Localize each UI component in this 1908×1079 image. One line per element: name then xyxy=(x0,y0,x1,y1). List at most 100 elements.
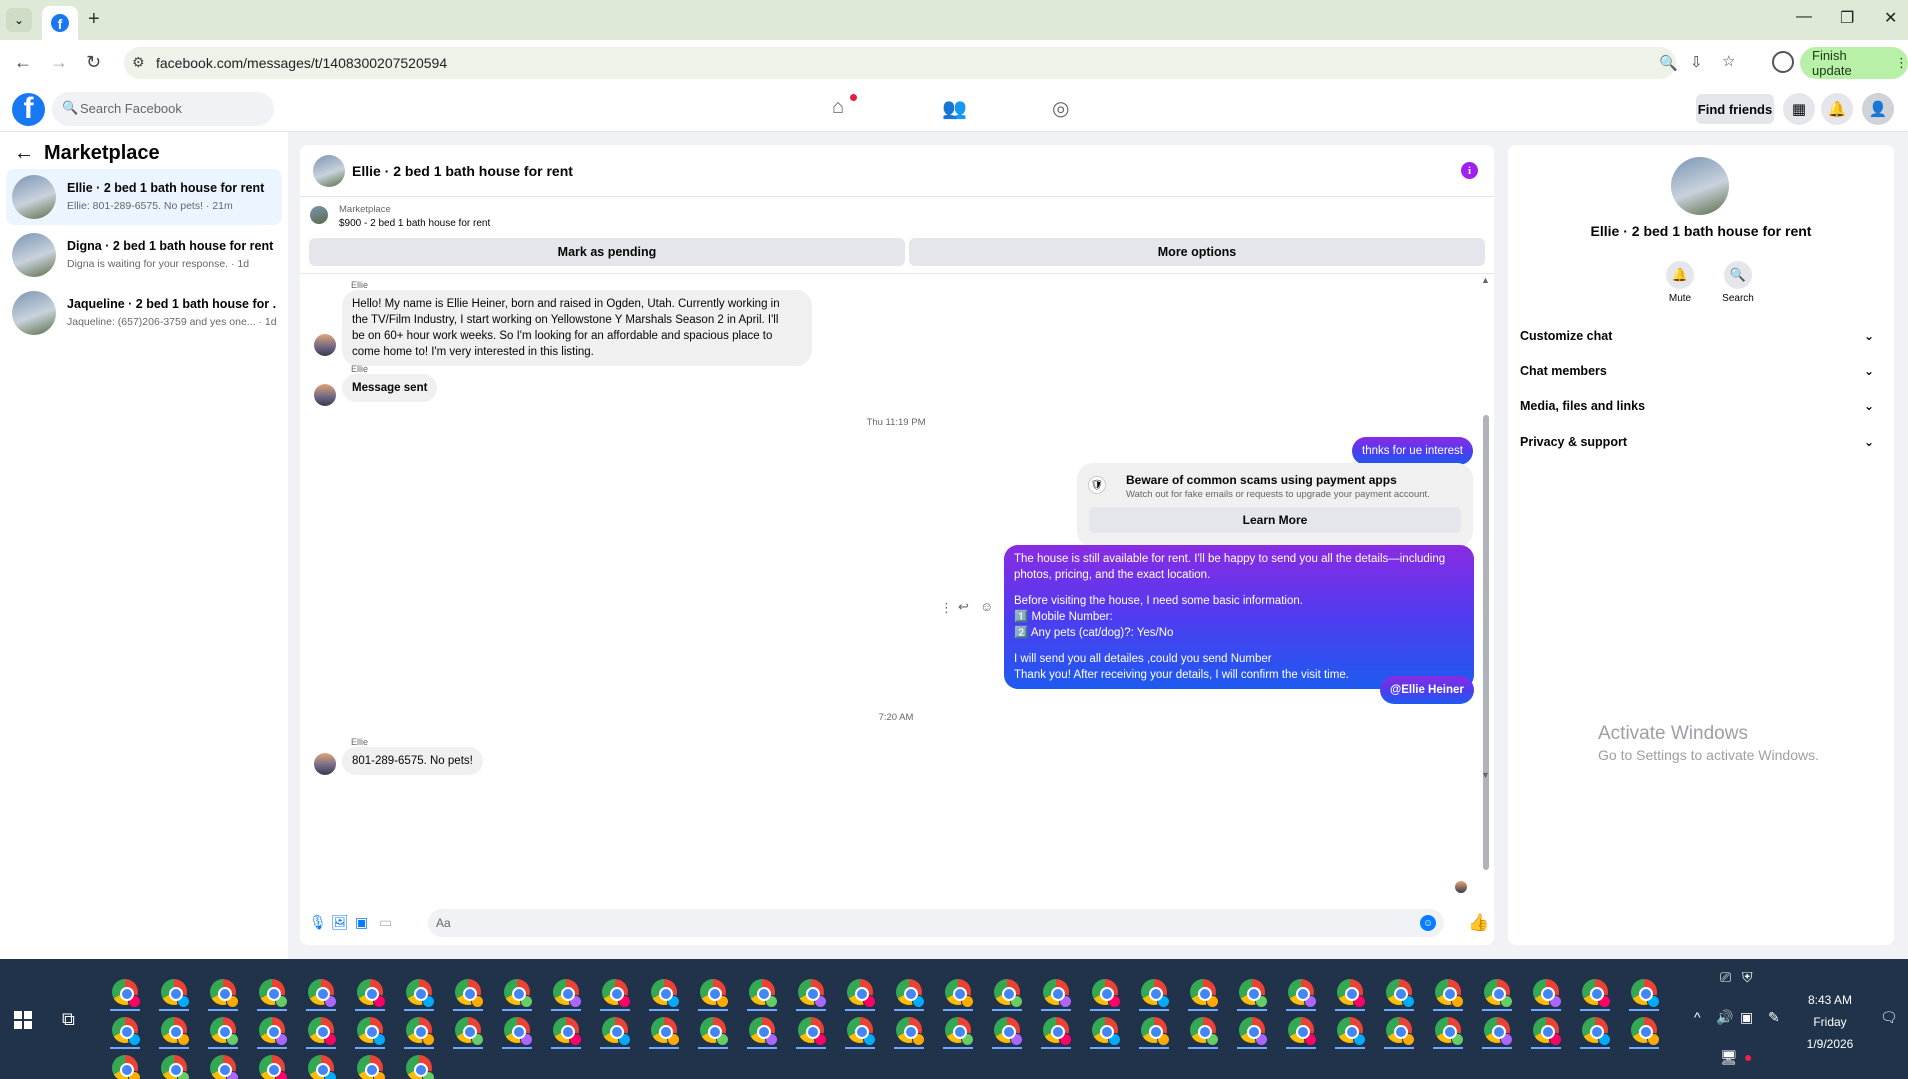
chrome-window-icon[interactable] xyxy=(1582,979,1611,1008)
sender-avatar[interactable] xyxy=(314,384,336,406)
chrome-window-icon[interactable] xyxy=(1190,1017,1219,1046)
thumbs-up-icon[interactable]: 👍 xyxy=(1468,913,1489,933)
chrome-window-icon[interactable] xyxy=(700,979,729,1008)
chrome-window-icon[interactable] xyxy=(1386,1017,1415,1046)
chrome-window-icon[interactable] xyxy=(357,1055,386,1079)
chrome-window-icon[interactable] xyxy=(651,979,680,1008)
microphone-icon[interactable]: 🎙 xyxy=(309,914,327,931)
outgoing-mention-message[interactable]: @Ellie Heiner xyxy=(1380,676,1474,704)
chrome-window-icon[interactable] xyxy=(602,1017,631,1046)
scrollbar-thumb[interactable] xyxy=(1483,415,1489,870)
browser-tab-facebook[interactable]: f xyxy=(42,6,78,40)
chrome-window-icon[interactable] xyxy=(1582,1017,1611,1046)
chrome-window-icon[interactable] xyxy=(161,979,190,1008)
chrome-window-icon[interactable] xyxy=(945,1017,974,1046)
section-chat-members[interactable]: Chat members ⌄ xyxy=(1520,364,1882,388)
address-bar[interactable]: ⚙ facebook.com/messages/t/14083002075205… xyxy=(124,47,1678,79)
install-app-icon[interactable]: ⇩ xyxy=(1690,53,1703,71)
chrome-window-icon[interactable] xyxy=(357,979,386,1008)
scroll-up-icon[interactable]: ▲ xyxy=(1481,275,1490,285)
chrome-window-icon[interactable] xyxy=(896,979,925,1008)
find-friends-button[interactable]: Find friends xyxy=(1696,94,1774,124)
conversation-item[interactable]: Jaqueline · 2 bed 1 bath house for ... J… xyxy=(6,285,282,341)
chrome-window-icon[interactable] xyxy=(259,1055,288,1079)
search-conversation-button[interactable]: 🔍 Search xyxy=(1718,261,1758,304)
chrome-window-icon[interactable] xyxy=(1141,979,1170,1008)
incoming-message[interactable]: 801-289-6575. No pets! xyxy=(342,747,483,775)
bookmark-star-icon[interactable]: ☆ xyxy=(1722,52,1735,70)
chrome-window-icon[interactable] xyxy=(308,1055,337,1079)
reply-icon[interactable]: ↩ xyxy=(958,599,969,615)
record-icon[interactable]: ● xyxy=(1744,1049,1752,1065)
chrome-window-icon[interactable] xyxy=(651,1017,680,1046)
forward-icon[interactable]: → xyxy=(50,52,68,73)
tab-search-menu-button[interactable]: ⌄ xyxy=(6,8,32,32)
chrome-window-icon[interactable] xyxy=(700,1017,729,1046)
browser-profile-icon[interactable] xyxy=(1772,51,1794,73)
chrome-window-icon[interactable] xyxy=(994,979,1023,1008)
chrome-window-icon[interactable] xyxy=(1043,979,1072,1008)
chrome-window-icon[interactable] xyxy=(1435,979,1464,1008)
chrome-window-icon[interactable] xyxy=(749,1017,778,1046)
chrome-window-icon[interactable] xyxy=(1484,979,1513,1008)
chrome-window-icon[interactable] xyxy=(1190,979,1219,1008)
account-avatar-icon[interactable]: 👤 xyxy=(1862,93,1894,125)
chrome-window-icon[interactable] xyxy=(1239,979,1268,1008)
chrome-window-icon[interactable] xyxy=(553,979,582,1008)
mute-button[interactable]: 🔔 Mute xyxy=(1660,261,1700,304)
chat-title[interactable]: Ellie · 2 bed 1 bath house for rent xyxy=(352,163,573,179)
chrome-window-icon[interactable] xyxy=(210,979,239,1008)
facebook-logo-icon[interactable]: f xyxy=(12,93,45,126)
more-options-button[interactable]: More options xyxy=(909,238,1485,266)
chrome-window-icon[interactable] xyxy=(406,979,435,1008)
chrome-window-icon[interactable] xyxy=(553,1017,582,1046)
incoming-message[interactable]: Hello! My name is Ellie Heiner, born and… xyxy=(342,290,812,366)
chrome-window-icon[interactable] xyxy=(1484,1017,1513,1046)
chrome-window-icon[interactable] xyxy=(749,979,778,1008)
chrome-window-icon[interactable] xyxy=(504,1017,533,1046)
chrome-window-icon[interactable] xyxy=(406,1055,435,1079)
minimize-button[interactable]: — xyxy=(1796,8,1812,26)
network-icon[interactable]: ▣ xyxy=(1740,1009,1753,1026)
close-window-button[interactable]: ✕ xyxy=(1884,8,1897,28)
chrome-window-icon[interactable] xyxy=(455,979,484,1008)
chrome-window-icon[interactable] xyxy=(112,979,141,1008)
chrome-window-icon[interactable] xyxy=(259,1017,288,1046)
sender-avatar[interactable] xyxy=(314,334,336,356)
chrome-window-icon[interactable] xyxy=(1386,979,1415,1008)
section-privacy-support[interactable]: Privacy & support ⌄ xyxy=(1520,435,1882,459)
chrome-window-icon[interactable] xyxy=(406,1017,435,1046)
attach-photo-icon[interactable]: 🖼 xyxy=(331,914,349,931)
notifications-icon[interactable]: 🗨 xyxy=(1880,1009,1898,1026)
back-arrow-icon[interactable]: ← xyxy=(14,142,34,165)
outgoing-message[interactable]: thnks for ue interest xyxy=(1352,437,1473,465)
chrome-window-icon[interactable] xyxy=(1533,1017,1562,1046)
url-text[interactable]: facebook.com/messages/t/1408300207520594 xyxy=(156,55,447,71)
chrome-window-icon[interactable] xyxy=(1631,979,1660,1008)
zoom-icon[interactable]: 🔍 xyxy=(1659,54,1678,72)
marketplace-listing-strip[interactable]: Marketplace $900 - 2 bed 1 bath house fo… xyxy=(300,198,1494,236)
more-vert-icon[interactable]: ⋮ xyxy=(940,600,953,616)
chrome-window-icon[interactable] xyxy=(1288,979,1317,1008)
listing-avatar[interactable] xyxy=(1671,157,1729,215)
windows-start-icon[interactable] xyxy=(14,1011,32,1029)
chrome-window-icon[interactable] xyxy=(1533,979,1562,1008)
react-emoji-icon[interactable]: ☺ xyxy=(980,599,993,614)
display-icon[interactable]: 🖥 xyxy=(1720,1049,1738,1066)
chrome-window-icon[interactable] xyxy=(847,1017,876,1046)
conversation-item[interactable]: Ellie · 2 bed 1 bath house for rent Elli… xyxy=(6,169,282,225)
outgoing-message[interactable]: The house is still available for rent. I… xyxy=(1004,545,1474,689)
finish-update-button[interactable]: Finish update ⋮ xyxy=(1800,47,1908,79)
chrome-window-icon[interactable] xyxy=(210,1017,239,1046)
system-clock[interactable]: 8:43 AM Friday 1/9/2026 xyxy=(1790,989,1870,1055)
chrome-window-icon[interactable] xyxy=(210,1055,239,1079)
chrome-window-icon[interactable] xyxy=(112,1055,141,1079)
chrome-window-icon[interactable] xyxy=(1092,979,1121,1008)
emoji-icon[interactable]: ☺ xyxy=(1420,915,1436,931)
chrome-window-icon[interactable] xyxy=(602,979,631,1008)
home-icon[interactable]: ⌂ xyxy=(832,96,844,119)
chrome-window-icon[interactable] xyxy=(994,1017,1023,1046)
show-hidden-icons-chevron-icon[interactable]: ^ xyxy=(1694,1009,1701,1025)
message-input[interactable]: Aa ☺ xyxy=(428,909,1444,937)
chrome-window-icon[interactable] xyxy=(1337,979,1366,1008)
